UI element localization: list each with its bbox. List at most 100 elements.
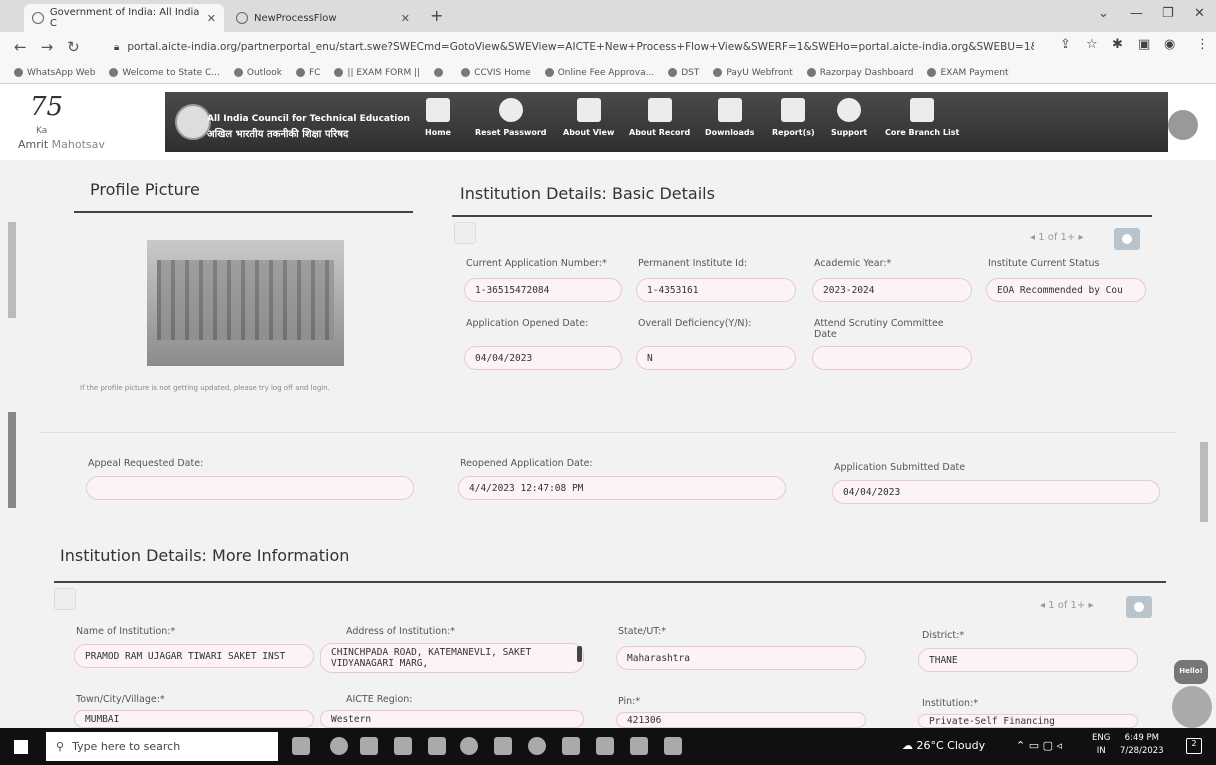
close-window-icon[interactable]: ✕ [1194,6,1205,21]
state-ut-field[interactable]: Maharashtra [616,646,866,670]
left-scroll-indicator [8,222,16,318]
reload-icon[interactable]: ↻ [67,38,80,56]
store-icon[interactable] [394,737,412,755]
bookmark-item[interactable] [434,68,447,77]
chevron-down-icon[interactable]: ⌄ [1098,6,1109,21]
menu-icon[interactable]: ⋮ [1196,37,1209,52]
academic-year-field[interactable]: 2023-2024 [812,278,972,302]
app-icon[interactable] [360,737,378,755]
settings-button[interactable] [1114,228,1140,250]
town-city-village-field[interactable]: MUMBAI [74,710,314,728]
chatbot-icon[interactable] [1172,686,1212,728]
appeal-requested-date-field[interactable] [86,476,414,500]
chrome-icon[interactable] [460,737,478,755]
aicte-region-field[interactable]: Western [320,710,584,728]
notification-icon[interactable]: 2 [1186,738,1202,754]
acrobat-icon[interactable] [664,737,682,755]
word-icon[interactable] [562,737,580,755]
chrome-icon[interactable] [528,737,546,755]
nav-downloads[interactable]: Downloads [705,98,754,148]
attend-scrutiny-committee-date-field[interactable] [812,346,972,370]
browser-tab-newprocessflow[interactable]: NewProcessFlow ✕ [228,4,418,32]
star-icon[interactable]: ☆ [1086,37,1098,52]
bookmark-item[interactable]: Welcome to State C... [109,68,220,78]
app-icon[interactable] [596,737,614,755]
back-icon[interactable]: ← [14,38,27,56]
title-underline [54,581,1166,583]
support-icon [837,98,862,122]
field-label: Institute Current Status [988,258,1100,269]
nav-reports[interactable]: Report(s) [772,98,815,148]
tray-icons[interactable]: ⌃ ▭ ▢ ◃ [1016,739,1062,752]
address-bar-row: ← → ↻ 🔒︎ portal.aicte-india.org/partnerp… [0,32,1216,62]
sidepanel-icon[interactable]: ▣ [1138,37,1150,52]
new-tab-button[interactable]: + [430,6,443,25]
bookmark-icon [334,68,344,77]
content-area: Profile Picture If the profile picture i… [0,160,1216,728]
bookmark-item[interactable]: PayU Webfront [713,68,793,78]
app-icon[interactable] [494,737,512,755]
application-submitted-date-field[interactable]: 04/04/2023 [832,480,1160,504]
mail-icon[interactable] [428,737,446,755]
restore-icon[interactable]: ❐ [1162,6,1174,21]
forward-icon[interactable]: → [41,38,54,56]
url-field[interactable]: 🔒︎ portal.aicte-india.org/partnerportal_… [114,36,1034,58]
nav-support[interactable]: Support [831,98,867,148]
institution-type-field[interactable]: Private-Self Financing [918,714,1138,728]
bookmark-item[interactable]: Outlook [233,68,282,78]
address-of-institution-field[interactable]: CHINCHPADA ROAD, KATEMANEVLI, SAKET VIDY… [320,643,584,673]
minimize-icon[interactable]: — [1130,6,1143,21]
windows-start-icon[interactable] [14,740,28,754]
bookmark-item[interactable]: Razorpay Dashboard [806,68,913,78]
nav-about-view[interactable]: About View [563,98,614,148]
excel-icon[interactable] [630,737,648,755]
permanent-institute-id-field[interactable]: 1-4353161 [636,278,796,302]
close-icon[interactable]: ✕ [401,12,410,25]
tab-label: NewProcessFlow [254,12,337,24]
download-icon [717,98,742,122]
bookmark-item[interactable]: Online Fee Approva... [544,68,654,78]
institute-current-status-field[interactable]: EOA Recommended by Cou [986,278,1146,302]
bookmark-item[interactable]: CCVIS Home [461,68,531,78]
bookmark-item[interactable]: || EXAM FORM || [334,68,420,78]
bookmark-item[interactable]: DST [668,68,699,78]
browser-tab-aicte[interactable]: Government of India: All India C ✕ [24,4,224,32]
record-pager[interactable]: ◂ 1 of 1+ ▸ [1040,600,1094,611]
bookmark-icon [14,68,23,77]
weather-widget[interactable]: ☁ 26°C Cloudy [902,739,985,752]
nav-reset-password[interactable]: Reset Password [475,98,547,148]
settings-button[interactable] [1126,596,1152,618]
right-scroll-indicator [1200,442,1208,522]
reopened-application-date-field[interactable]: 4/4/2023 12:47:08 PM [458,476,786,500]
taskbar-search[interactable]: ⚲ Type here to search [46,732,278,761]
select-checkbox[interactable] [54,588,76,610]
name-of-institution-field[interactable]: PRAMOD RAM UJAGAR TIWARI SAKET INST [74,644,314,668]
avatar[interactable] [1168,110,1198,140]
application-opened-date-field[interactable]: 04/04/2023 [464,346,622,370]
windows-taskbar: ⚲ Type here to search ☁ 26°C Cloudy ⌃ ▭ … [0,728,1216,765]
edge-icon[interactable] [330,737,348,755]
nav-about-record[interactable]: About Record [629,98,690,148]
language-indicator[interactable]: ENG IN [1092,732,1110,758]
extensions-icon[interactable]: ✱ [1112,37,1123,52]
bookmark-item[interactable]: FC [295,68,320,78]
nav-core-branch-list[interactable]: Core Branch List [885,98,959,148]
close-icon[interactable]: ✕ [207,12,216,25]
address-scrollbar[interactable] [577,646,582,662]
field-label: AICTE Region: [346,694,413,705]
district-field[interactable]: THANE [918,648,1138,672]
chat-hello-bubble[interactable]: Hello! [1174,660,1208,684]
record-pager[interactable]: ◂ 1 of 1+ ▸ [1030,232,1084,243]
select-checkbox[interactable] [454,222,476,244]
bookmarks-bar: WhatsApp Web Welcome to State C... Outlo… [0,62,1216,84]
share-icon[interactable]: ⇪ [1060,37,1071,52]
current-application-number-field[interactable]: 1-36515472084 [464,278,622,302]
bookmark-item[interactable]: EXAM Payment [927,68,1009,78]
clock[interactable]: 6:49 PM 7/28/2023 [1120,732,1164,758]
bookmark-item[interactable]: WhatsApp Web [14,68,95,78]
nav-home[interactable]: Home [425,98,451,148]
pin-field[interactable]: 421306 [616,712,866,728]
task-view-icon[interactable] [292,737,310,755]
profile-icon[interactable]: ◉ [1164,37,1175,52]
overall-deficiency-field[interactable]: N [636,346,796,370]
